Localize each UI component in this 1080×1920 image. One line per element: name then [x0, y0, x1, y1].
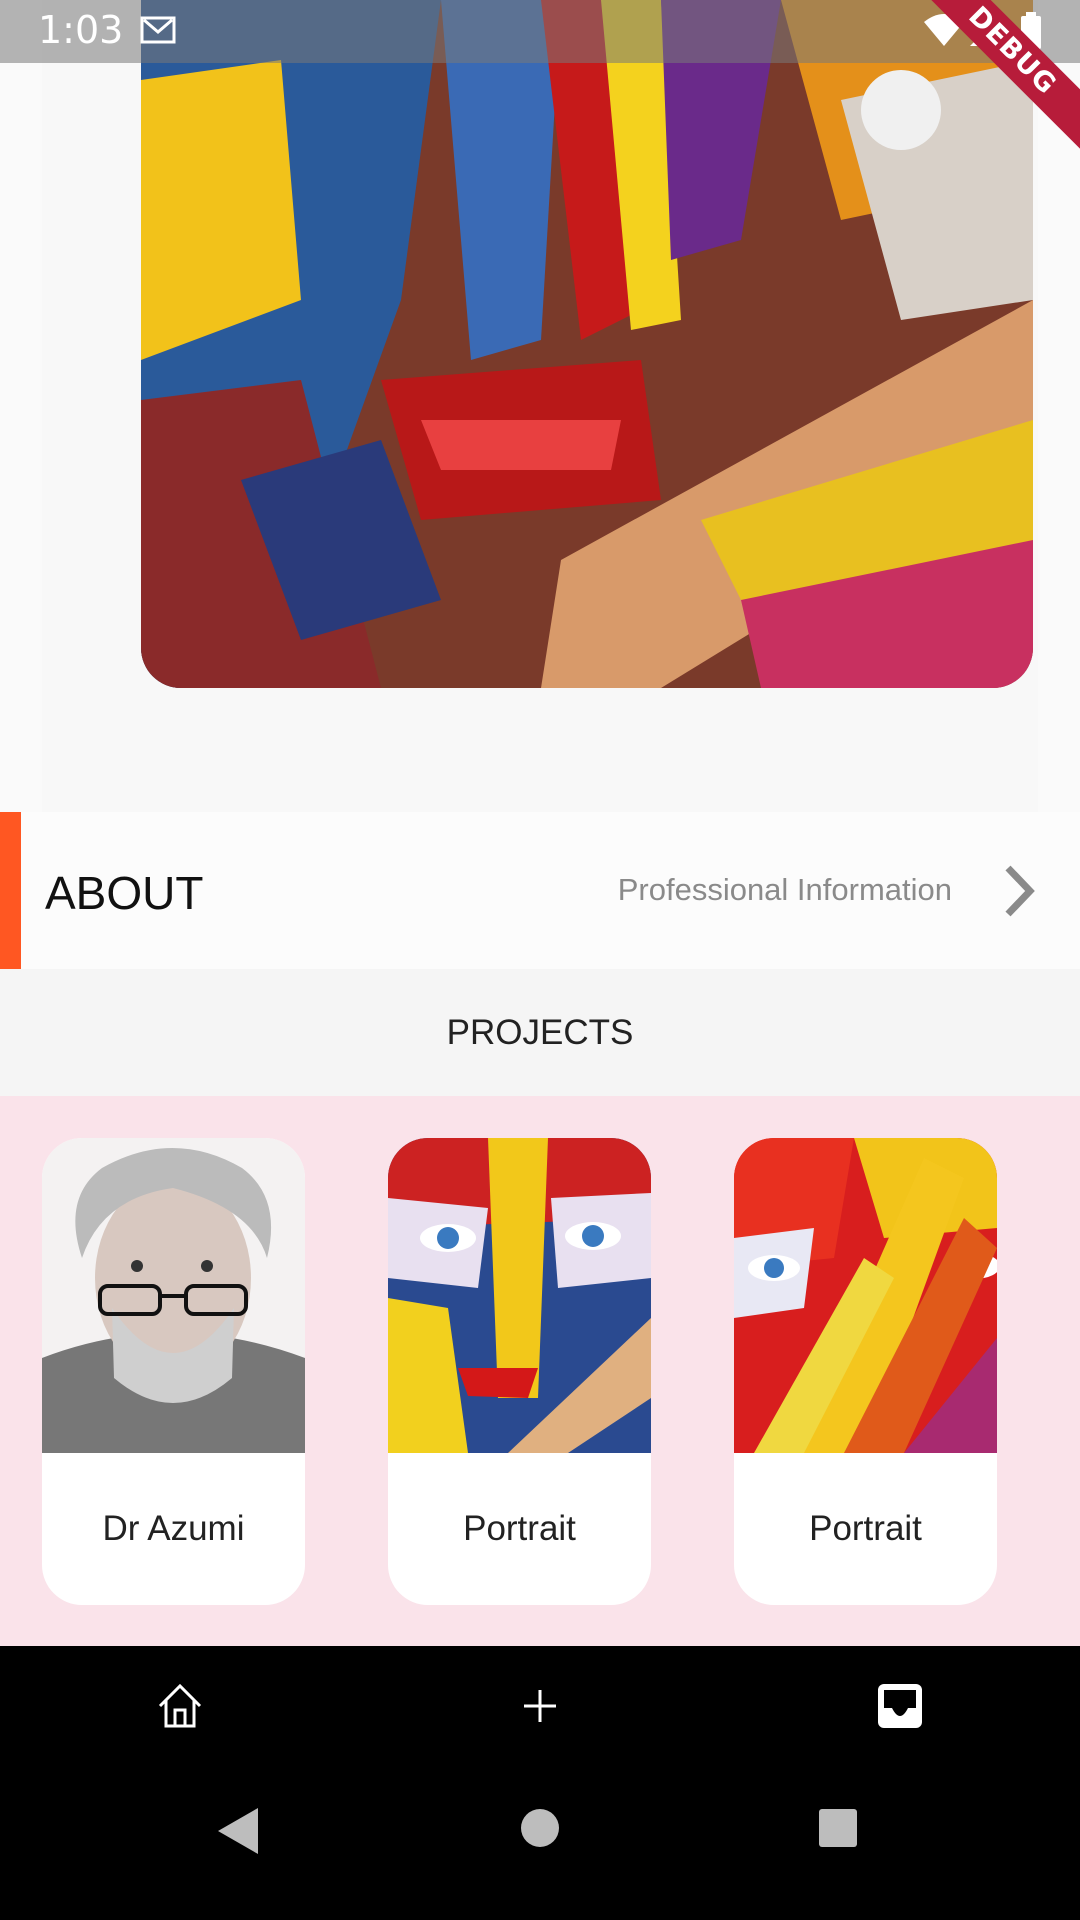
back-icon[interactable]: [218, 1808, 258, 1859]
projects-title: PROJECTS: [446, 1013, 634, 1052]
bottom-nav: [0, 1646, 1080, 1758]
project-card-label: Portrait: [809, 1509, 922, 1548]
recents-icon[interactable]: [818, 1808, 858, 1853]
chevron-right-icon[interactable]: [1002, 864, 1036, 923]
about-subtitle: Professional Information: [617, 872, 952, 907]
project-card[interactable]: Portrait: [734, 1138, 997, 1605]
about-accent-bar: [0, 812, 21, 969]
project-card-image: [734, 1138, 997, 1453]
system-nav-bar: [0, 1758, 1080, 1920]
project-card[interactable]: Portrait: [388, 1138, 651, 1605]
about-title: ABOUT: [45, 867, 204, 919]
gmail-icon: [140, 14, 176, 51]
project-card-image: [42, 1138, 305, 1453]
projects-cards-area: Dr Azumi Portrait Portrait: [0, 1096, 1080, 1646]
projects-header: PROJECTS: [0, 969, 1080, 1096]
project-card-image: [388, 1138, 651, 1453]
about-row[interactable]: ABOUT Professional Information: [0, 812, 1080, 969]
inbox-icon[interactable]: [870, 1676, 930, 1736]
project-card-label: Portrait: [463, 1509, 576, 1548]
hero-image[interactable]: [141, 0, 1033, 688]
status-time: 1:03: [38, 8, 124, 52]
project-card[interactable]: Dr Azumi: [42, 1138, 305, 1605]
add-icon[interactable]: [510, 1676, 570, 1736]
project-card-label: Dr Azumi: [102, 1509, 245, 1548]
home-circle-icon[interactable]: [520, 1808, 560, 1853]
home-icon[interactable]: [150, 1676, 210, 1736]
status-bar: 1:03: [0, 0, 1080, 63]
